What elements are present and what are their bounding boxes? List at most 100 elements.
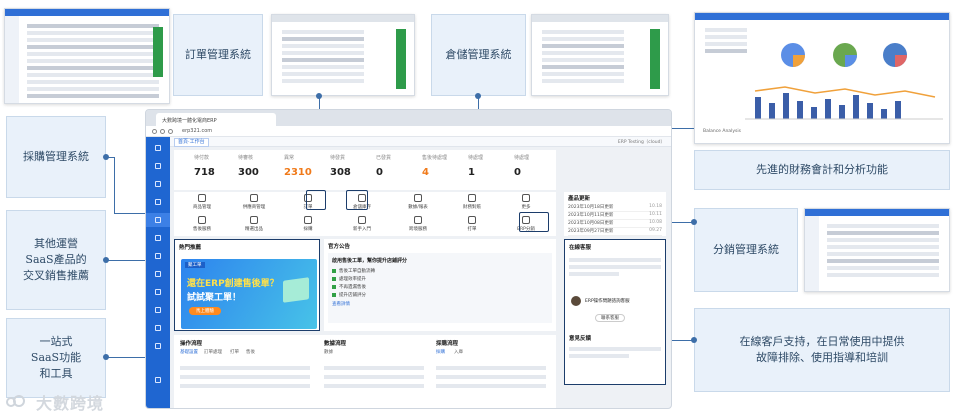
forward-icon[interactable] — [160, 129, 165, 134]
promo-banner[interactable]: 聚工單 還在ERP創建售後單？ 試試聚工單！ 馬上體驗 — [181, 259, 317, 329]
address-bar[interactable]: erp321.com — [146, 126, 671, 137]
notice-details-link[interactable]: 查看詳情 — [332, 301, 350, 307]
stat-pending-shipment[interactable]: 待發貨 308 — [330, 154, 370, 178]
stat-pending-review[interactable]: 待審核 300 — [238, 154, 278, 178]
connector-dot — [691, 337, 697, 343]
callout-order-mgmt: 訂單管理系統 — [173, 14, 263, 96]
sidebar-purchase-icon[interactable] — [146, 213, 170, 227]
update-item[interactable]: 2023年10月18日更新 10.18 — [568, 204, 662, 212]
update-item[interactable]: 2023年10月11日更新 10.11 — [568, 212, 662, 220]
connector-dot — [475, 93, 481, 99]
app-top-bar: 首頁·工作台 ERP Testing（cloud） — [170, 137, 671, 147]
support-title: 在線客服 — [569, 245, 592, 251]
pie-slice — [793, 55, 805, 67]
connector-dot — [103, 257, 109, 263]
banner-subheadline: 試試聚工單！ — [187, 293, 242, 303]
shortcut-onboarding[interactable]: 新手入門 — [340, 214, 384, 236]
sidebar-finance-icon[interactable] — [146, 231, 170, 245]
stat-todo-1[interactable]: 待處理 1 — [468, 154, 508, 178]
sidebar-more-icon[interactable] — [146, 321, 170, 335]
tab-print[interactable]: 打單 — [230, 349, 239, 355]
connector-dot — [103, 154, 109, 160]
sidebar-tools-icon[interactable] — [146, 373, 170, 387]
tab-data[interactable]: 數據 — [324, 349, 333, 355]
shortcut-suppliers[interactable]: 供應商管理 — [232, 192, 276, 214]
browser-tab[interactable]: 大數跨境一體化電商ERP — [156, 113, 276, 126]
tab-basic-settings[interactable]: 基礎設置 — [180, 349, 198, 355]
sidebar-report-icon[interactable] — [146, 249, 170, 263]
shortcut-products[interactable]: 商品管理 — [180, 192, 224, 214]
shortcut-print[interactable]: 打單 — [450, 214, 494, 236]
sidebar-home-icon[interactable] — [146, 141, 170, 155]
reload-icon[interactable] — [168, 129, 173, 134]
shortcut-reports[interactable]: 數據/報表 — [396, 192, 440, 214]
shortcut-finance[interactable]: 財務對賬 — [450, 192, 494, 214]
sidebar-distribution-icon[interactable] — [146, 285, 170, 299]
cart-icon — [304, 216, 312, 224]
official-notice-panel: 官方公告 啟用售後工單，幫你提升店鋪評分 售後工單自動流轉 處理效率提升 不再遺… — [324, 239, 556, 331]
erp-main-window: 大數跨境一體化電商ERP erp321.com 首頁·工作台 ERP Testi… — [145, 109, 672, 409]
url-text: erp321.com — [182, 128, 213, 134]
stat-aftersale[interactable]: 售後待處理 4 — [422, 154, 462, 178]
check-icon — [332, 285, 336, 289]
stat-shipped[interactable]: 已發貨 0 — [376, 154, 416, 178]
back-icon[interactable] — [152, 129, 157, 134]
shortcut-aftersale[interactable]: 售後服務 — [180, 214, 224, 236]
account-name[interactable]: ERP Testing（cloud） — [618, 139, 665, 145]
thumb-header — [805, 209, 949, 216]
hot-title: 熱門推薦 — [179, 245, 202, 251]
thumb-sidebar — [805, 216, 819, 291]
flow-title: 操作流程 — [180, 341, 203, 347]
highlight-erp-distribution — [519, 212, 549, 232]
shortcut-more[interactable]: 更多 — [504, 192, 548, 214]
banner-try-button[interactable]: 馬上體驗 — [189, 307, 221, 315]
thumb-header — [532, 15, 668, 22]
connector-dot — [103, 354, 109, 360]
sidebar-products-icon[interactable] — [146, 177, 170, 191]
sidebar-orders-icon[interactable] — [146, 159, 170, 173]
thumbnail-finance-screenshot: Balance Analysis — [694, 12, 950, 144]
stat-pending-payment[interactable]: 待付款 718 — [194, 154, 234, 178]
report-icon — [414, 194, 422, 202]
stat-exceptions[interactable]: 異常 2310 — [284, 154, 324, 178]
shortcut-crossborder[interactable]: 跨境服務 — [396, 214, 440, 236]
pie-slice — [895, 55, 907, 67]
tab-purchase[interactable]: 採購 — [436, 349, 445, 355]
callout-warehouse-mgmt: 倉儲管理系統 — [431, 14, 526, 96]
callout-one-stop: 一站式 SaaS功能 和工具 — [6, 318, 106, 398]
tab-order-processing[interactable]: 訂單處理 — [204, 349, 222, 355]
globe-icon — [414, 216, 422, 224]
finance-icon — [468, 194, 476, 202]
tab-aftersale[interactable]: 售後 — [246, 349, 255, 355]
thumb-header — [5, 9, 169, 16]
sidebar-settings-icon[interactable] — [146, 303, 170, 317]
trend-line — [754, 86, 936, 98]
highlight-orders-shortcut — [306, 190, 326, 210]
tab-home[interactable]: 首頁·工作台 — [174, 138, 209, 147]
sidebar-warehouse-icon[interactable] — [146, 195, 170, 209]
tab-inbound[interactable]: 入庫 — [454, 349, 463, 355]
stats-row: 待付款 718 待審核 300 異常 2310 待發貨 308 已發貨 0 售後待處理 4 … — [174, 150, 556, 190]
logo-text: 大數跨境 — [36, 394, 105, 413]
purchase-flow-title: 採購流程 — [436, 341, 459, 347]
update-item[interactable]: 2023年10月08日更新 10.08 — [568, 220, 662, 228]
sidebar-help-icon[interactable] — [146, 339, 170, 353]
stat-todo-2[interactable]: 待處理 0 — [514, 154, 554, 178]
callout-purchase-mgmt: 採購管理系統 — [6, 116, 106, 198]
notice-headline[interactable]: 啟用售後工單，幫你提升店鋪評分 — [332, 257, 407, 264]
thumb-finance-label: Balance Analysis — [703, 129, 741, 134]
contact-support-button[interactable]: 聯系客服 — [595, 314, 625, 322]
book-icon — [358, 216, 366, 224]
pie-slice — [845, 55, 857, 67]
banner-tag: 聚工單 — [185, 262, 205, 268]
sidebar-aftersale-icon[interactable] — [146, 267, 170, 281]
shortcut-selection[interactable]: 精選出品 — [232, 214, 276, 236]
update-item[interactable]: 2023年09月27日更新 09.27 — [568, 228, 662, 236]
shortcut-purchase[interactable]: 採購 — [286, 214, 330, 236]
callout-online-support: 在線客戶支持，在日常使用中提供 故障排除、使用指導和培訓 — [694, 308, 950, 392]
support-agent-name: ERP操作問題諮詢客服 — [585, 299, 630, 304]
check-icon — [332, 269, 336, 273]
more-icon — [522, 194, 530, 202]
supplier-icon — [250, 194, 258, 202]
thumbnail-purchase-screenshot — [4, 8, 170, 104]
